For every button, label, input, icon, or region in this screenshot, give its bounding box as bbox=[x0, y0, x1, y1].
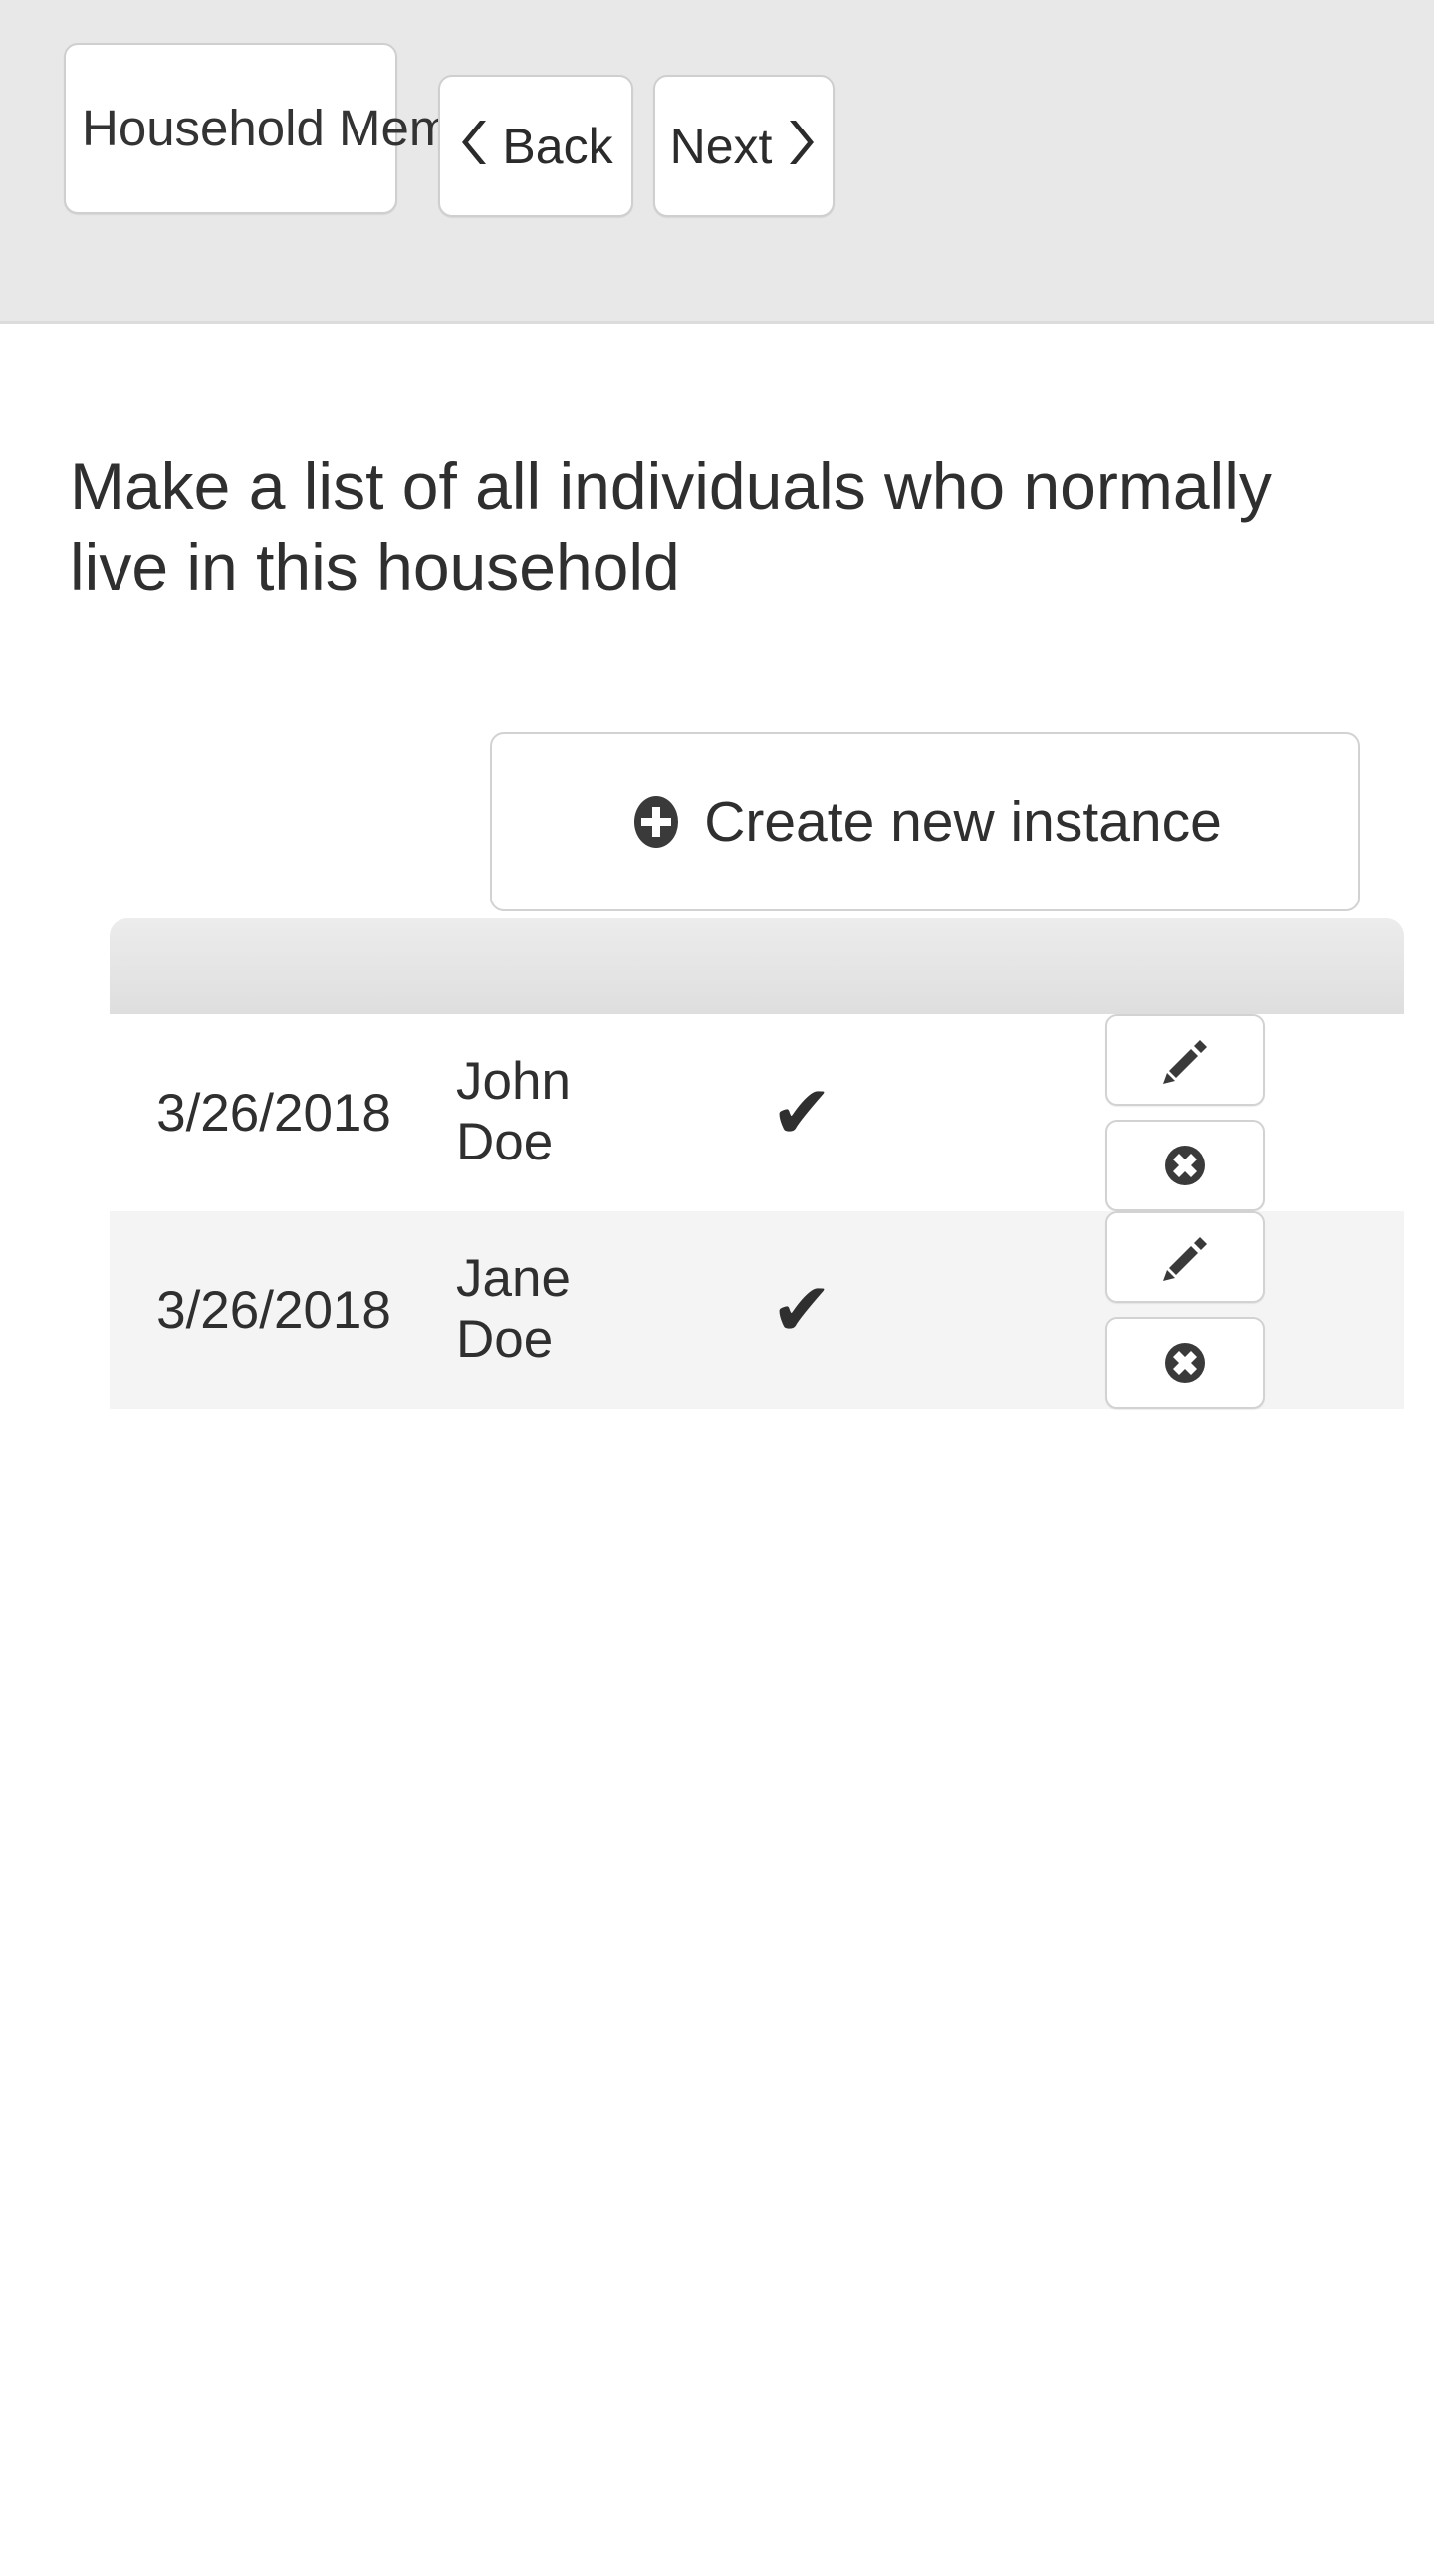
table-header-row bbox=[110, 918, 1404, 1014]
next-button[interactable]: Next bbox=[653, 75, 835, 217]
chevron-right-icon bbox=[784, 117, 818, 175]
circle-x-icon bbox=[1159, 1140, 1211, 1191]
row-name: John Doe bbox=[456, 1052, 571, 1171]
delete-row-button[interactable] bbox=[1105, 1317, 1265, 1409]
delete-row-button[interactable] bbox=[1105, 1120, 1265, 1211]
next-button-label: Next bbox=[669, 118, 773, 174]
create-new-instance-label: Create new instance bbox=[704, 790, 1222, 854]
row-actions bbox=[946, 1211, 1404, 1409]
row-actions bbox=[946, 1014, 1404, 1211]
household-members-table: 3/26/2018 John Doe ✔ 3/26/2018 Jane Doe … bbox=[110, 918, 1404, 1409]
back-button[interactable]: Back bbox=[438, 75, 633, 217]
top-navigation-bar: Household Members Back Next bbox=[0, 0, 1434, 324]
chevron-left-icon bbox=[458, 117, 492, 175]
row-date: 3/26/2018 bbox=[156, 1280, 391, 1340]
table-row[interactable]: 3/26/2018 Jane Doe ✔ bbox=[110, 1211, 1404, 1409]
back-button-label: Back bbox=[502, 118, 613, 174]
row-date: 3/26/2018 bbox=[156, 1083, 391, 1143]
row-name: Jane Doe bbox=[456, 1249, 571, 1369]
edit-row-button[interactable] bbox=[1105, 1211, 1265, 1303]
question-heading: Make a list of all individuals who norma… bbox=[70, 449, 1272, 604]
circle-x-icon bbox=[1159, 1337, 1211, 1389]
edit-row-button[interactable] bbox=[1105, 1014, 1265, 1106]
form-title-button[interactable]: Household Members bbox=[64, 43, 551, 214]
pencil-icon bbox=[1157, 1229, 1213, 1285]
row-status-check: ✔ bbox=[770, 1268, 833, 1351]
form-title-label: Household Members bbox=[82, 99, 551, 156]
table-row[interactable]: 3/26/2018 John Doe ✔ bbox=[110, 1014, 1404, 1211]
plus-circle-icon bbox=[628, 794, 684, 850]
create-new-instance-button[interactable]: Create new instance bbox=[490, 732, 1360, 911]
row-status-check: ✔ bbox=[770, 1071, 833, 1154]
pencil-icon bbox=[1157, 1032, 1213, 1088]
